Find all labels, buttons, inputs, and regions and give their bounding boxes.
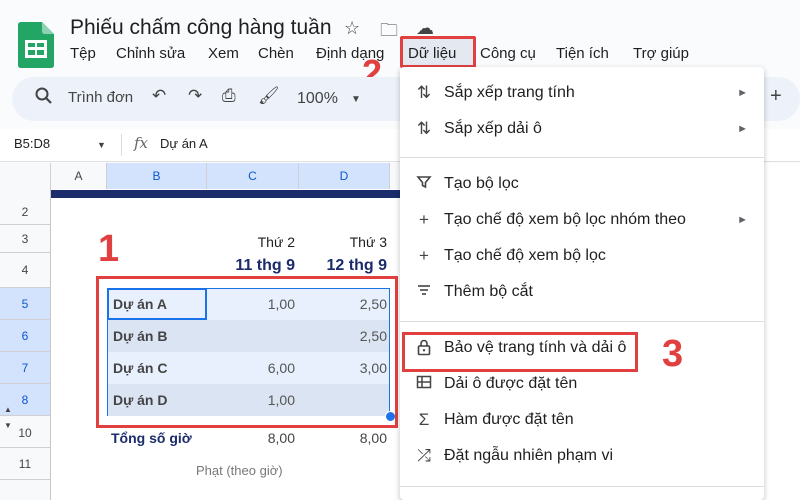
sheet-right-area <box>764 163 800 500</box>
menu-item-label: Dải ô được đặt tên <box>444 375 578 392</box>
expand-group-icon[interactable]: ▲ <box>4 405 12 414</box>
submenu-arrow-icon: ► <box>737 123 748 135</box>
menu-data[interactable]: Dữ liệu <box>408 45 456 62</box>
annotation-1: 1 <box>98 228 120 270</box>
menu-item-label: Sắp xếp trang tính <box>444 84 575 101</box>
menu-item-group-filter-view[interactable]: + Tạo chế độ xem bộ lọc nhóm theo ► <box>400 203 764 239</box>
column-header-b[interactable]: B <box>107 163 207 189</box>
menu-item-label: Tạo chế độ xem bộ lọc nhóm theo <box>444 211 686 228</box>
menu-separator <box>400 486 764 487</box>
menu-item-label: Đặt ngẫu nhiên phạm vi <box>444 447 613 464</box>
row-header-10[interactable]: 10 <box>0 418 50 448</box>
slicer-icon <box>414 282 434 303</box>
day-label-c: Thứ 2 <box>257 234 295 250</box>
day-label-d: Thứ 3 <box>349 234 387 250</box>
sheets-logo-icon[interactable] <box>18 22 54 68</box>
menu-item-randomize-range[interactable]: ⤮ Đặt ngẫu nhiên phạm vi <box>400 439 764 475</box>
row-header-4[interactable]: 4 <box>0 253 50 288</box>
menu-item-label: Tạo bộ lọc <box>444 175 519 192</box>
menu-item-label: Hàm được đặt tên <box>444 411 574 428</box>
column-header-d[interactable]: D <box>299 163 390 189</box>
sort-icon: ⇅ <box>416 83 432 102</box>
submenu-arrow-icon: ► <box>737 214 748 226</box>
menu-item-sort-range[interactable]: ⇅ Sắp xếp dải ô ► <box>400 112 764 148</box>
star-icon[interactable]: ☆ <box>344 18 360 39</box>
print-icon[interactable]: ⎙ <box>222 86 236 106</box>
annotation-box-3 <box>402 332 638 372</box>
plus-icon: + <box>419 210 429 229</box>
plus-icon: + <box>419 246 429 265</box>
menu-help[interactable]: Trợ giúp <box>633 45 689 62</box>
header-banner <box>51 190 400 198</box>
menu-item-named-functions[interactable]: Σ Hàm được đặt tên <box>400 403 764 439</box>
name-box[interactable]: B5:D8 <box>14 136 50 151</box>
total-hours-label[interactable]: Tổng số giờ <box>111 430 192 446</box>
sort-range-icon: ⇅ <box>416 119 432 138</box>
name-box-dropdown-icon[interactable]: ▼ <box>97 140 106 150</box>
redo-icon[interactable]: ↷ <box>188 86 202 106</box>
column-header-a[interactable]: A <box>51 163 107 189</box>
zoom-select[interactable]: 100% <box>297 90 338 108</box>
sigma-icon: Σ <box>418 410 430 429</box>
menu-separator <box>400 157 764 158</box>
menu-item-label: Thêm bộ cắt <box>444 283 533 300</box>
menu-extensions[interactable]: Tiện ích <box>556 45 609 62</box>
shuffle-icon: ⤮ <box>417 446 431 465</box>
date-label-d: 12 thg 9 <box>326 257 387 274</box>
date-label-c: 11 thg 9 <box>235 257 295 274</box>
menu-item-filter-view[interactable]: + Tạo chế độ xem bộ lọc <box>400 239 764 275</box>
fx-icon: fx <box>134 134 149 152</box>
select-all-corner[interactable] <box>0 163 51 189</box>
row-header-11[interactable]: 11 <box>0 448 50 480</box>
menu-edit[interactable]: Chỉnh sửa <box>116 45 185 62</box>
move-folder-icon[interactable]: 🗀 <box>380 18 398 48</box>
named-range-icon <box>414 374 434 394</box>
undo-icon[interactable]: ↶ <box>152 86 166 106</box>
search-icon[interactable] <box>34 86 54 111</box>
menu-separator <box>400 321 764 322</box>
menu-item-named-ranges[interactable]: Dải ô được đặt tên <box>400 367 764 403</box>
row-header-2[interactable]: 2 <box>0 199 50 225</box>
total-hours-d[interactable]: 8,00 <box>299 430 387 446</box>
menu-item-add-slicer[interactable]: Thêm bộ cắt <box>400 275 764 311</box>
row-header-3[interactable]: 3 <box>0 225 50 253</box>
paint-format-icon[interactable]: 🖌 <box>258 86 280 106</box>
menu-insert[interactable]: Chèn <box>258 45 294 62</box>
menu-item-sort-sheet[interactable]: ⇅ Sắp xếp trang tính ► <box>400 76 764 112</box>
menu-file[interactable]: Tệp <box>70 45 96 62</box>
row-header-5[interactable]: 5 <box>0 288 50 320</box>
submenu-arrow-icon: ► <box>737 87 748 99</box>
filter-icon <box>414 174 434 195</box>
column-header-c[interactable]: C <box>207 163 299 189</box>
penalty-label[interactable]: Phạt (theo giờ) <box>196 463 283 478</box>
menu-item-label: Tạo chế độ xem bộ lọc <box>444 247 606 264</box>
chevron-down-icon[interactable]: ▼ <box>351 94 361 105</box>
divider <box>121 134 122 156</box>
document-title[interactable]: Phiếu chấm công hàng tuần <box>70 16 332 40</box>
add-icon[interactable]: + <box>770 85 782 108</box>
menu-item-create-filter[interactable]: Tạo bộ lọc <box>400 167 764 203</box>
menu-item-label: Sắp xếp dải ô <box>444 120 542 137</box>
annotation-box-1 <box>96 276 398 428</box>
row-header-6[interactable]: 6 <box>0 320 50 352</box>
menu-view[interactable]: Xem <box>208 45 239 62</box>
formula-input[interactable]: Dự án A <box>160 136 208 151</box>
total-hours-c[interactable]: 8,00 <box>207 430 295 446</box>
menu-tools[interactable]: Công cụ <box>480 45 536 62</box>
row-header-7[interactable]: 7 <box>0 352 50 384</box>
menu-search-input[interactable]: Trình đơn <box>68 89 134 106</box>
